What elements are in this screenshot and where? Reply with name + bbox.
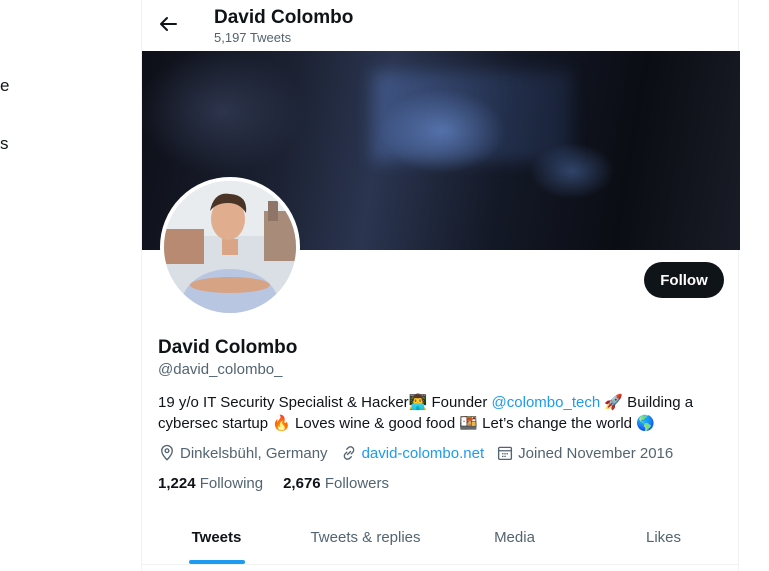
follow-button[interactable]: Follow <box>644 262 724 298</box>
active-tab-indicator <box>188 560 245 564</box>
link-icon <box>343 446 354 460</box>
avatar-photo <box>164 181 296 313</box>
back-button[interactable] <box>156 12 180 36</box>
location-icon <box>161 444 173 461</box>
left-nav-edge: e s <box>0 0 141 571</box>
profile-handle: @david_colombo_ <box>158 361 283 378</box>
header-title: David Colombo <box>214 7 354 28</box>
followers-count: 2,676 <box>283 475 321 492</box>
website-item[interactable]: david-colombo.net <box>340 444 485 462</box>
back-arrow-icon <box>160 17 177 31</box>
following-link[interactable]: 1,224 Following <box>158 475 263 492</box>
profile-tabs: Tweets Tweets & replies Media Likes <box>142 511 738 565</box>
following-label: Following <box>199 475 264 492</box>
tab-label: Tweets & replies <box>310 529 421 546</box>
profile-bio: 19 y/o IT Security Specialist & Hacker👨‍… <box>158 392 718 434</box>
left-nav-fragment[interactable]: e <box>0 76 9 96</box>
location-text: Dinkelsbühl, Germany <box>180 444 328 462</box>
profile-column: David Colombo 5,197 Tweets Follow David … <box>141 0 740 571</box>
tab-likes[interactable]: Likes <box>589 511 738 564</box>
calendar-icon <box>498 446 513 461</box>
banner-highlight <box>372 71 572 161</box>
bio-text: 19 y/o IT Security Specialist & Hacker👨‍… <box>158 394 492 411</box>
tweet-count: 5,197 Tweets <box>214 30 292 45</box>
tab-tweets-replies[interactable]: Tweets & replies <box>291 511 440 564</box>
followers-label: Followers <box>324 475 389 492</box>
tab-tweets[interactable]: Tweets <box>142 511 291 564</box>
bio-mention-link[interactable]: @colombo_tech <box>492 394 601 411</box>
location-item: Dinkelsbühl, Germany <box>158 444 328 462</box>
following-count: 1,224 <box>158 475 196 492</box>
tab-media[interactable]: Media <box>440 511 589 564</box>
website-link[interactable]: david-colombo.net <box>362 445 485 462</box>
profile-name: David Colombo <box>158 337 298 358</box>
profile-meta: Dinkelsbühl, Germany david-colombo.net J… <box>158 443 685 463</box>
joined-text: Joined November 2016 <box>518 444 674 462</box>
follow-stats: 1,224 Following 2,676 Followers <box>158 475 409 492</box>
followers-link[interactable]: 2,676 Followers <box>283 475 389 492</box>
avatar[interactable] <box>160 177 300 317</box>
tab-label: Likes <box>645 529 682 546</box>
joined-item: Joined November 2016 <box>496 444 673 462</box>
left-nav-fragment[interactable]: s <box>0 134 9 154</box>
tab-label: Tweets <box>191 529 242 546</box>
tab-label: Media <box>494 529 535 546</box>
